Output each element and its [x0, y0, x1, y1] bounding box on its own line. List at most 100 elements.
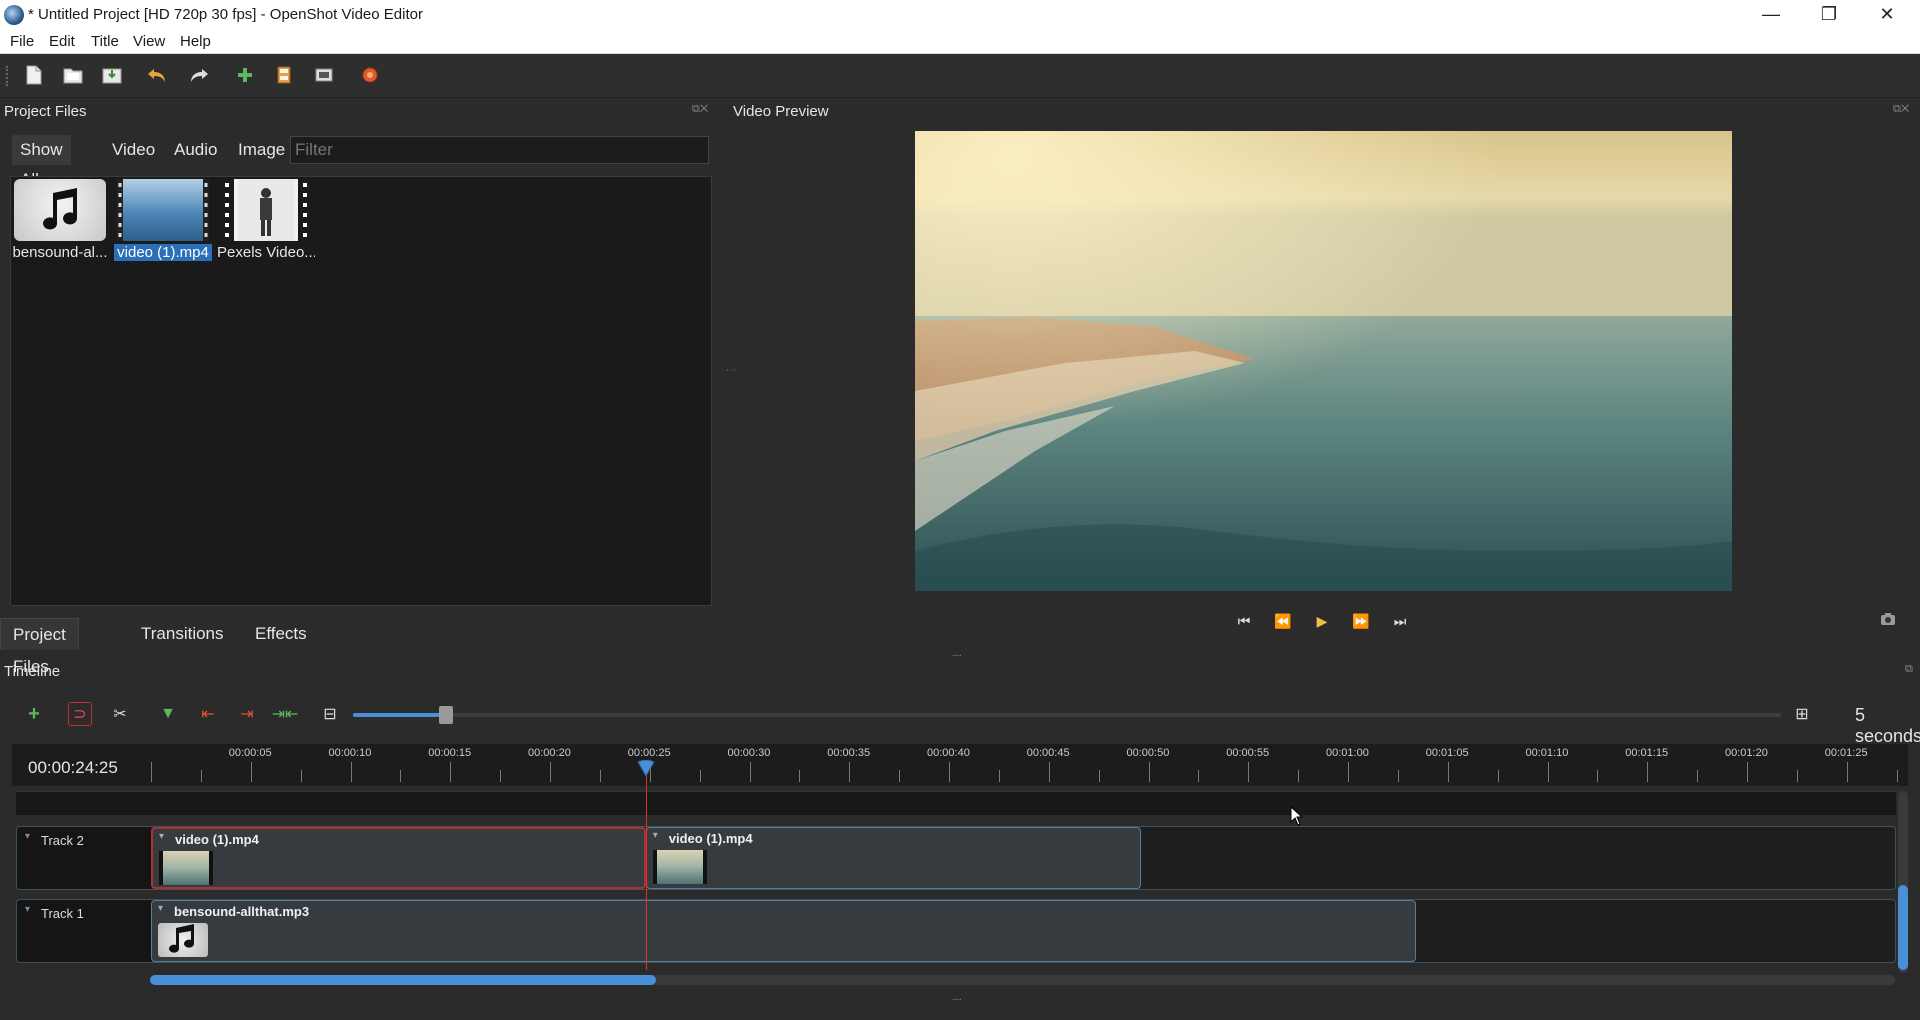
zoom-slider-fill [353, 713, 445, 717]
playhead-timecode: 00:00:24:25 [28, 758, 118, 777]
vertical-scrollbar-thumb[interactable] [1898, 885, 1908, 970]
center-playhead-icon[interactable]: ⇥⇤ [272, 702, 299, 726]
import-files-icon[interactable] [234, 64, 256, 86]
open-project-icon[interactable] [62, 64, 84, 86]
export-video-icon[interactable] [359, 64, 381, 86]
add-marker-icon[interactable]: ▼ [156, 702, 180, 726]
ruler-tick-label: 00:01:00 [1326, 747, 1369, 759]
tab-project-files[interactable]: Project Files [0, 618, 79, 676]
track-collapse-icon[interactable]: ▾ [25, 904, 30, 915]
timeline-clip[interactable]: ▾ video (1).mp4 [151, 827, 646, 889]
panel-splitter-horizontal[interactable]: ..... [952, 648, 962, 659]
ruler-tick [998, 770, 1000, 782]
ruler-tick [1248, 762, 1250, 782]
ruler-tick [550, 762, 551, 782]
project-files-list[interactable]: bensound-al... video (1).mp4 Pexels Vide… [10, 176, 712, 606]
save-project-icon[interactable] [101, 64, 123, 86]
zoom-in-icon[interactable]: ⊞ [1790, 702, 1814, 726]
video-preview-title: Video Preview [733, 103, 829, 120]
file-item-video-2[interactable]: Pexels Video... [217, 177, 315, 277]
choose-profile-icon[interactable] [273, 64, 295, 86]
add-track-icon[interactable]: + [22, 702, 46, 726]
toolbar-grip[interactable] [6, 66, 10, 86]
bottom-splitter[interactable]: ..... [952, 992, 962, 1003]
ruler-tick [1647, 762, 1649, 782]
timeline-title: Timeline [4, 663, 61, 680]
file-item-video-1[interactable]: video (1).mp4 [114, 177, 212, 277]
menu-file[interactable]: File [10, 33, 34, 50]
menu-edit[interactable]: Edit [49, 33, 75, 50]
ruler-tick-label: 00:00:55 [1226, 747, 1270, 759]
zoom-value-label: 5 seconds [1855, 705, 1920, 746]
video-preview-float-icon[interactable]: ⧉✕ [1893, 103, 1909, 116]
track-name: Track 1 [41, 906, 84, 921]
snapping-icon[interactable]: ⊃ [68, 702, 92, 726]
razor-icon[interactable]: ✂ [108, 702, 132, 726]
clip-name: video (1).mp4 [175, 832, 259, 847]
tab-audio[interactable]: Audio [166, 135, 225, 165]
ruler-tick [799, 770, 801, 782]
redo-icon[interactable] [188, 64, 210, 86]
track-header[interactable]: ▾ Track 1 [17, 900, 152, 962]
ruler-tick [200, 770, 202, 782]
jump-to-end-icon[interactable]: ⏭ [1389, 610, 1411, 632]
clip-name: video (1).mp4 [668, 831, 753, 846]
openshot-logo-icon [4, 5, 24, 25]
menu-help[interactable]: Help [180, 33, 211, 50]
fast-forward-icon[interactable]: ⏩ [1350, 610, 1372, 632]
ruler-tick-label: 00:00:15 [428, 747, 472, 759]
play-icon[interactable]: ▶ [1311, 610, 1333, 632]
title-bar: * Untitled Project [HD 720p 30 fps] - Op… [0, 0, 1920, 30]
ruler-tick-label: 00:00:25 [627, 747, 671, 759]
tab-show-all[interactable]: Show All [12, 135, 71, 189]
track-collapse-icon[interactable]: ▾ [25, 831, 30, 842]
ruler-tick [1896, 770, 1898, 782]
ruler-tick [1148, 762, 1150, 782]
ruler-tick [949, 762, 950, 782]
clip-menu-icon[interactable]: ▾ [653, 830, 658, 841]
ruler-tick [749, 762, 751, 782]
fullscreen-icon[interactable] [313, 64, 335, 86]
menu-view[interactable]: View [133, 33, 165, 50]
menu-title[interactable]: Title [91, 33, 119, 50]
jump-to-start-icon[interactable]: ⏮ [1233, 610, 1255, 632]
project-files-float-icon[interactable]: ⧉✕ [692, 103, 708, 116]
tab-transitions[interactable]: Transitions [129, 618, 236, 650]
file-label-selected: video (1).mp4 [114, 244, 212, 261]
ruler-tick [1348, 762, 1349, 782]
minimize-button[interactable]: — [1742, 0, 1800, 30]
file-item-audio[interactable]: bensound-al... [11, 177, 109, 277]
tab-video[interactable]: Video [104, 135, 163, 165]
timeline-float-icon[interactable]: ⧉ [1905, 663, 1913, 676]
playhead-handle-icon[interactable] [636, 760, 656, 778]
horizontal-scrollbar-thumb[interactable] [150, 975, 657, 985]
close-button[interactable]: ✕ [1858, 0, 1916, 30]
ruler-tick [250, 762, 252, 782]
video-thumbnail [159, 851, 213, 885]
zoom-out-icon[interactable]: ⊟ [318, 702, 342, 726]
filter-input[interactable] [290, 136, 709, 164]
timeline-clip[interactable]: ▾ bensound-allthat.mp3 [151, 900, 1416, 962]
panel-splitter-vertical[interactable]: ⋮ [725, 365, 736, 374]
tab-image[interactable]: Image [230, 135, 293, 165]
rewind-icon[interactable]: ⏪ [1272, 610, 1294, 632]
ruler-tick-label: 00:00:50 [1126, 747, 1170, 759]
clip-name: bensound-allthat.mp3 [174, 904, 310, 919]
ruler-tick [350, 762, 352, 782]
music-note-icon [158, 923, 208, 957]
timeline-clip[interactable]: ▾ video (1).mp4 [645, 827, 1141, 889]
previous-marker-icon[interactable]: ⇤ [196, 702, 220, 726]
next-marker-icon[interactable]: ⇥ [235, 702, 259, 726]
zoom-slider-handle[interactable] [438, 706, 453, 724]
tab-effects[interactable]: Effects [243, 618, 319, 650]
camera-snapshot-icon[interactable] [1877, 610, 1899, 632]
ruler-tick [151, 762, 152, 782]
zoom-slider-track[interactable] [353, 713, 1781, 717]
clip-menu-icon[interactable]: ▾ [159, 831, 164, 842]
new-project-icon[interactable] [23, 64, 45, 86]
track-header[interactable]: ▾ Track 2 [17, 827, 152, 889]
clip-menu-icon[interactable]: ▾ [158, 903, 163, 914]
ruler-tick [400, 770, 402, 782]
maximize-button[interactable]: ❐ [1800, 0, 1858, 30]
undo-icon[interactable] [146, 64, 168, 86]
